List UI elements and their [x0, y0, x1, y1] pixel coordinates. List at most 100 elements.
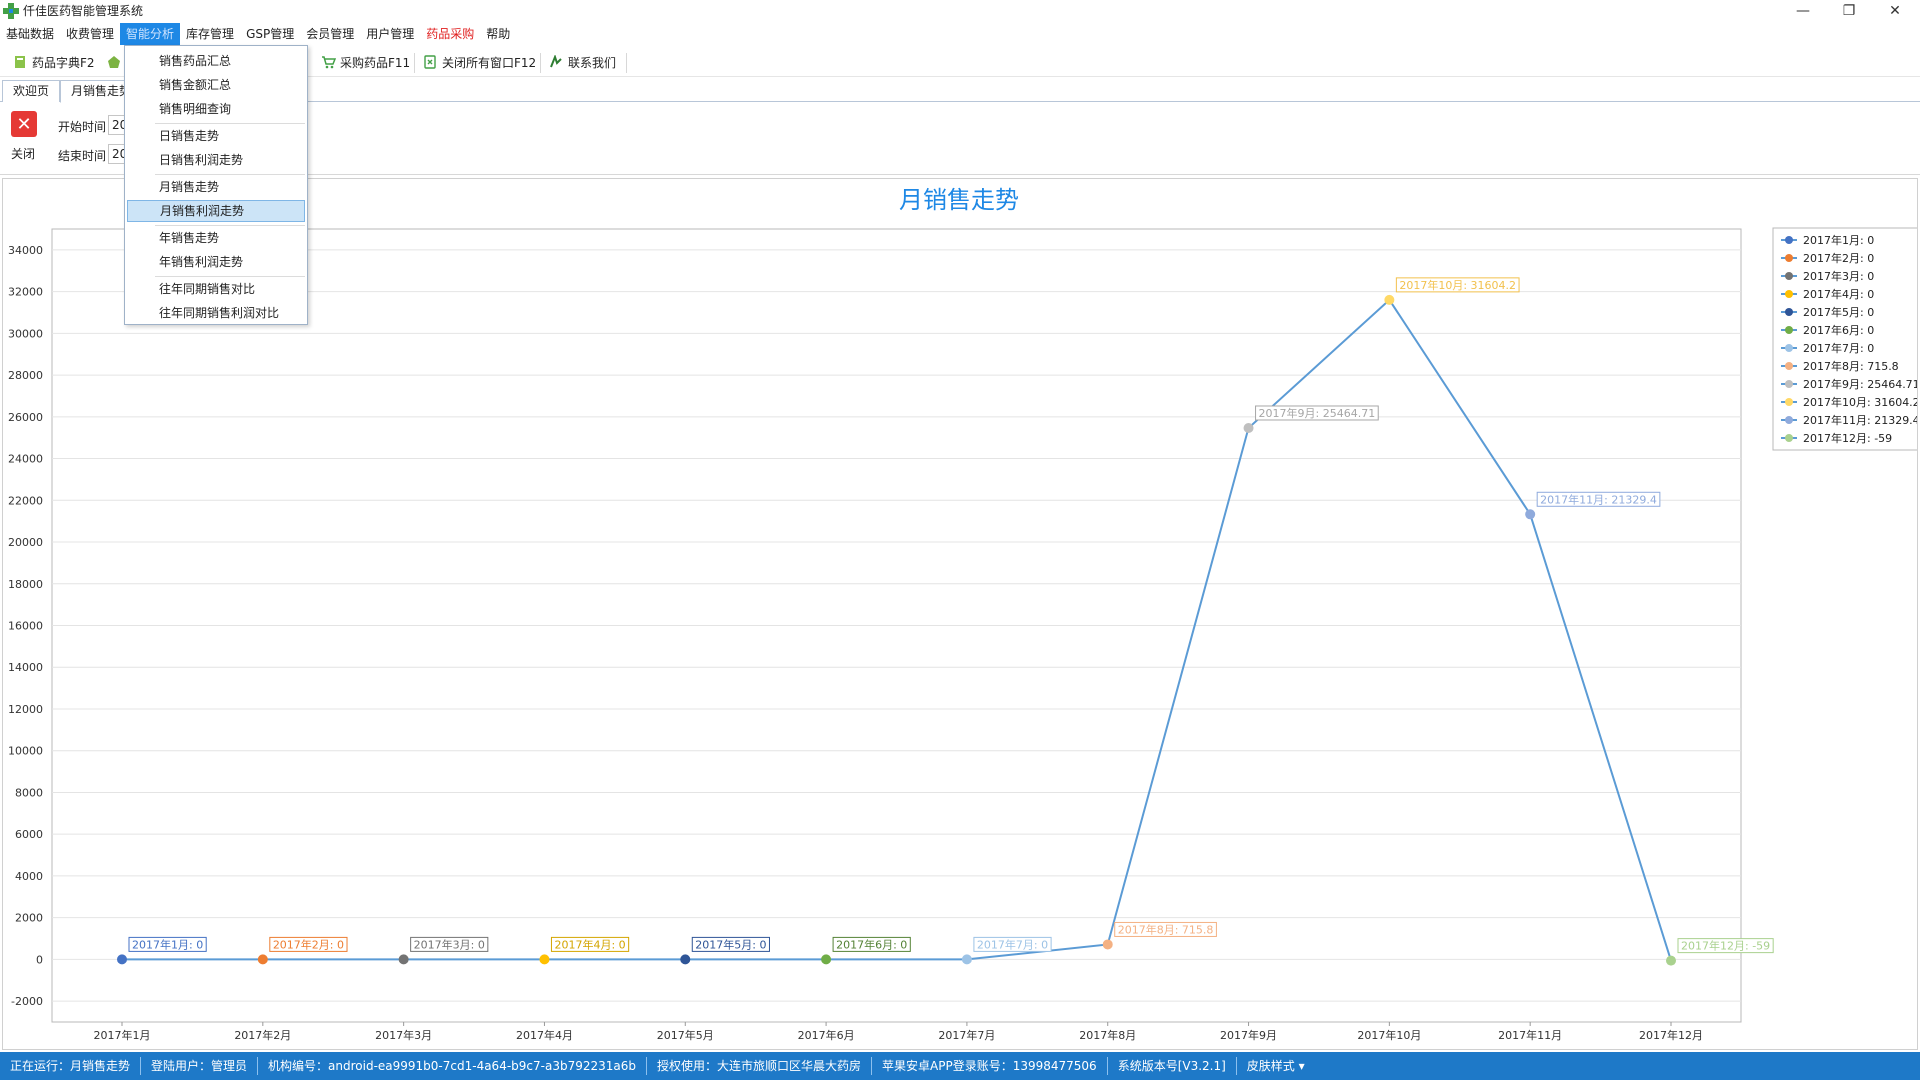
purchase-drugs-label: 采购药品F11	[340, 55, 411, 70]
legend-entry: 2017年1月: 0	[1803, 233, 1874, 247]
menu-item-3[interactable]: 库存管理	[180, 23, 240, 45]
y-tick-label: 4000	[15, 870, 43, 883]
close-all-windows-button[interactable]: 关闭所有窗口F12	[422, 53, 536, 71]
close-window-button[interactable]: ✕	[1872, 0, 1918, 22]
menu-item-2[interactable]: 智能分析	[120, 23, 181, 45]
status-running: 正在运行：月销售走势	[0, 1057, 142, 1075]
y-tick-label: 20000	[8, 536, 43, 549]
maximize-button[interactable]: ❐	[1826, 0, 1872, 22]
dropdown-item-5[interactable]: 日销售利润走势	[127, 149, 305, 171]
dropdown-item-2[interactable]: 销售明细查询	[127, 98, 305, 120]
drug-dictionary-label: 药品字典F2	[32, 55, 95, 70]
partial-toolbar-button[interactable]	[106, 53, 126, 71]
chart-title: 月销售走势	[899, 186, 1019, 214]
y-tick-label: 2000	[15, 912, 43, 925]
data-point	[1243, 422, 1254, 433]
y-tick-label: 26000	[8, 411, 43, 424]
data-label-text: 2017年2月: 0	[273, 937, 344, 951]
legend-entry: 2017年9月: 25464.71	[1803, 377, 1917, 391]
close-all-windows-label: 关闭所有窗口F12	[442, 55, 537, 70]
start-time-label: 开始时间	[58, 120, 107, 134]
menu-item-5[interactable]: 会员管理	[300, 23, 360, 45]
analysis-dropdown-menu: 销售药品汇总 销售金额汇总 销售明细查询 日销售走势 日销售利润走势 月销售走势 月销售利润…	[124, 45, 308, 325]
data-label-text: 2017年10月: 31604.2	[1399, 278, 1516, 292]
data-label-text: 2017年1月: 0	[132, 937, 203, 951]
minimize-button[interactable]: —	[1780, 0, 1826, 22]
dropdown-item-8[interactable]: 月销售利润走势	[127, 200, 305, 222]
data-label: 2017年1月: 0	[128, 936, 207, 952]
contact-us-button[interactable]: 联系我们	[548, 53, 616, 71]
drug-dictionary-button[interactable]: 药品字典F2	[12, 53, 95, 71]
data-label: 2017年8月: 715.8	[1114, 921, 1217, 937]
dropdown-item-13[interactable]: 往年同期销售对比	[127, 278, 305, 300]
purchase-drugs-button[interactable]: 采购药品F11	[320, 53, 410, 71]
y-tick-label: 30000	[8, 327, 43, 340]
y-tick-label: 6000	[15, 828, 43, 841]
chart-grid	[51, 228, 1742, 1023]
data-label-text: 2017年4月: 0	[554, 937, 625, 951]
tab-welcome[interactable]: 欢迎页	[2, 80, 61, 102]
legend-entry: 2017年8月: 715.8	[1803, 359, 1899, 373]
close-icon[interactable]: ✕	[11, 111, 37, 137]
data-label: 2017年11月: 21329.4	[1536, 491, 1661, 507]
x-tick-label: 2017年11月	[1498, 1028, 1562, 1042]
data-label-text: 2017年9月: 25464.71	[1259, 406, 1376, 420]
status-user: 登陆用户：管理员	[141, 1057, 259, 1075]
x-tick-label: 2017年8月	[1079, 1028, 1136, 1042]
menu-item-7[interactable]: 药品采购	[420, 23, 480, 45]
data-label-text: 2017年11月: 21329.4	[1540, 492, 1657, 506]
y-tick-label: 10000	[8, 745, 43, 758]
dropdown-item-7[interactable]: 月销售走势	[127, 176, 305, 198]
status-license: 授权使用：大连市旅顺口区华晨大药房	[647, 1057, 873, 1075]
data-label: 2017年12月: -59	[1677, 938, 1774, 954]
dropdown-item-11[interactable]: 年销售利润走势	[127, 251, 305, 273]
menu-item-1[interactable]: 收费管理	[60, 23, 120, 45]
dropdown-item-10[interactable]: 年销售走势	[127, 227, 305, 249]
data-label: 2017年6月: 0	[832, 936, 911, 952]
data-point	[398, 954, 409, 965]
data-label: 2017年2月: 0	[269, 936, 348, 952]
dropdown-item-0[interactable]: 销售药品汇总	[127, 50, 305, 72]
menu-item-6[interactable]: 用户管理	[360, 23, 420, 45]
data-label-text: 2017年5月: 0	[695, 937, 766, 951]
dropdown-item-14[interactable]: 往年同期销售利润对比	[127, 302, 305, 324]
dropdown-separator	[155, 174, 305, 175]
data-point	[539, 954, 550, 965]
data-point	[821, 954, 832, 965]
data-label: 2017年4月: 0	[550, 936, 630, 952]
x-tick-label: 2017年4月	[516, 1028, 573, 1042]
x-tick-label: 2017年5月	[657, 1028, 714, 1042]
close-all-icon	[422, 54, 438, 70]
x-tick-label: 2017年12月	[1639, 1028, 1703, 1042]
toolbar-separator	[414, 53, 415, 73]
app-logo-icon	[3, 3, 19, 19]
legend-marker	[1785, 308, 1793, 316]
dropdown-item-4[interactable]: 日销售走势	[127, 125, 305, 147]
legend-entry: 2017年2月: 0	[1803, 251, 1874, 265]
menu-item-8[interactable]: 帮助	[480, 23, 516, 45]
legend-marker	[1785, 398, 1793, 406]
legend-marker	[1785, 416, 1793, 424]
data-label: 2017年3月: 0	[410, 936, 489, 952]
menu-item-0[interactable]: 基础数据	[0, 23, 60, 45]
legend-marker	[1785, 380, 1793, 388]
close-button-label[interactable]: 关闭	[11, 145, 35, 162]
menu-item-4[interactable]: GSP管理	[240, 23, 300, 45]
dropdown-item-1[interactable]: 销售金额汇总	[127, 74, 305, 96]
data-point	[117, 954, 127, 965]
legend-entry: 2017年3月: 0	[1803, 269, 1874, 283]
dropdown-separator	[155, 276, 305, 277]
legend-entry: 2017年12月: -59	[1803, 431, 1892, 445]
y-tick-label: 16000	[8, 620, 43, 633]
data-label: 2017年5月: 0	[691, 936, 770, 952]
y-tick-label: 24000	[8, 453, 43, 466]
legend-marker	[1785, 434, 1793, 442]
menu-bar: 基础数据 收费管理 智能分析 库存管理 GSP管理 会员管理 用户管理 药品采购 帮助	[0, 23, 1920, 45]
y-tick-label: 22000	[8, 494, 43, 507]
legend-entry: 2017年5月: 0	[1803, 305, 1874, 319]
window-title: 仟佳医药智能管理系统	[23, 4, 144, 18]
y-tick-label: 8000	[15, 786, 43, 799]
legend-entry: 2017年10月: 31604.2	[1803, 395, 1917, 409]
skin-style-selector[interactable]: 皮肤样式 ▾	[1237, 1057, 1315, 1075]
status-version: 系统版本号[V3.2.1]	[1108, 1057, 1237, 1075]
